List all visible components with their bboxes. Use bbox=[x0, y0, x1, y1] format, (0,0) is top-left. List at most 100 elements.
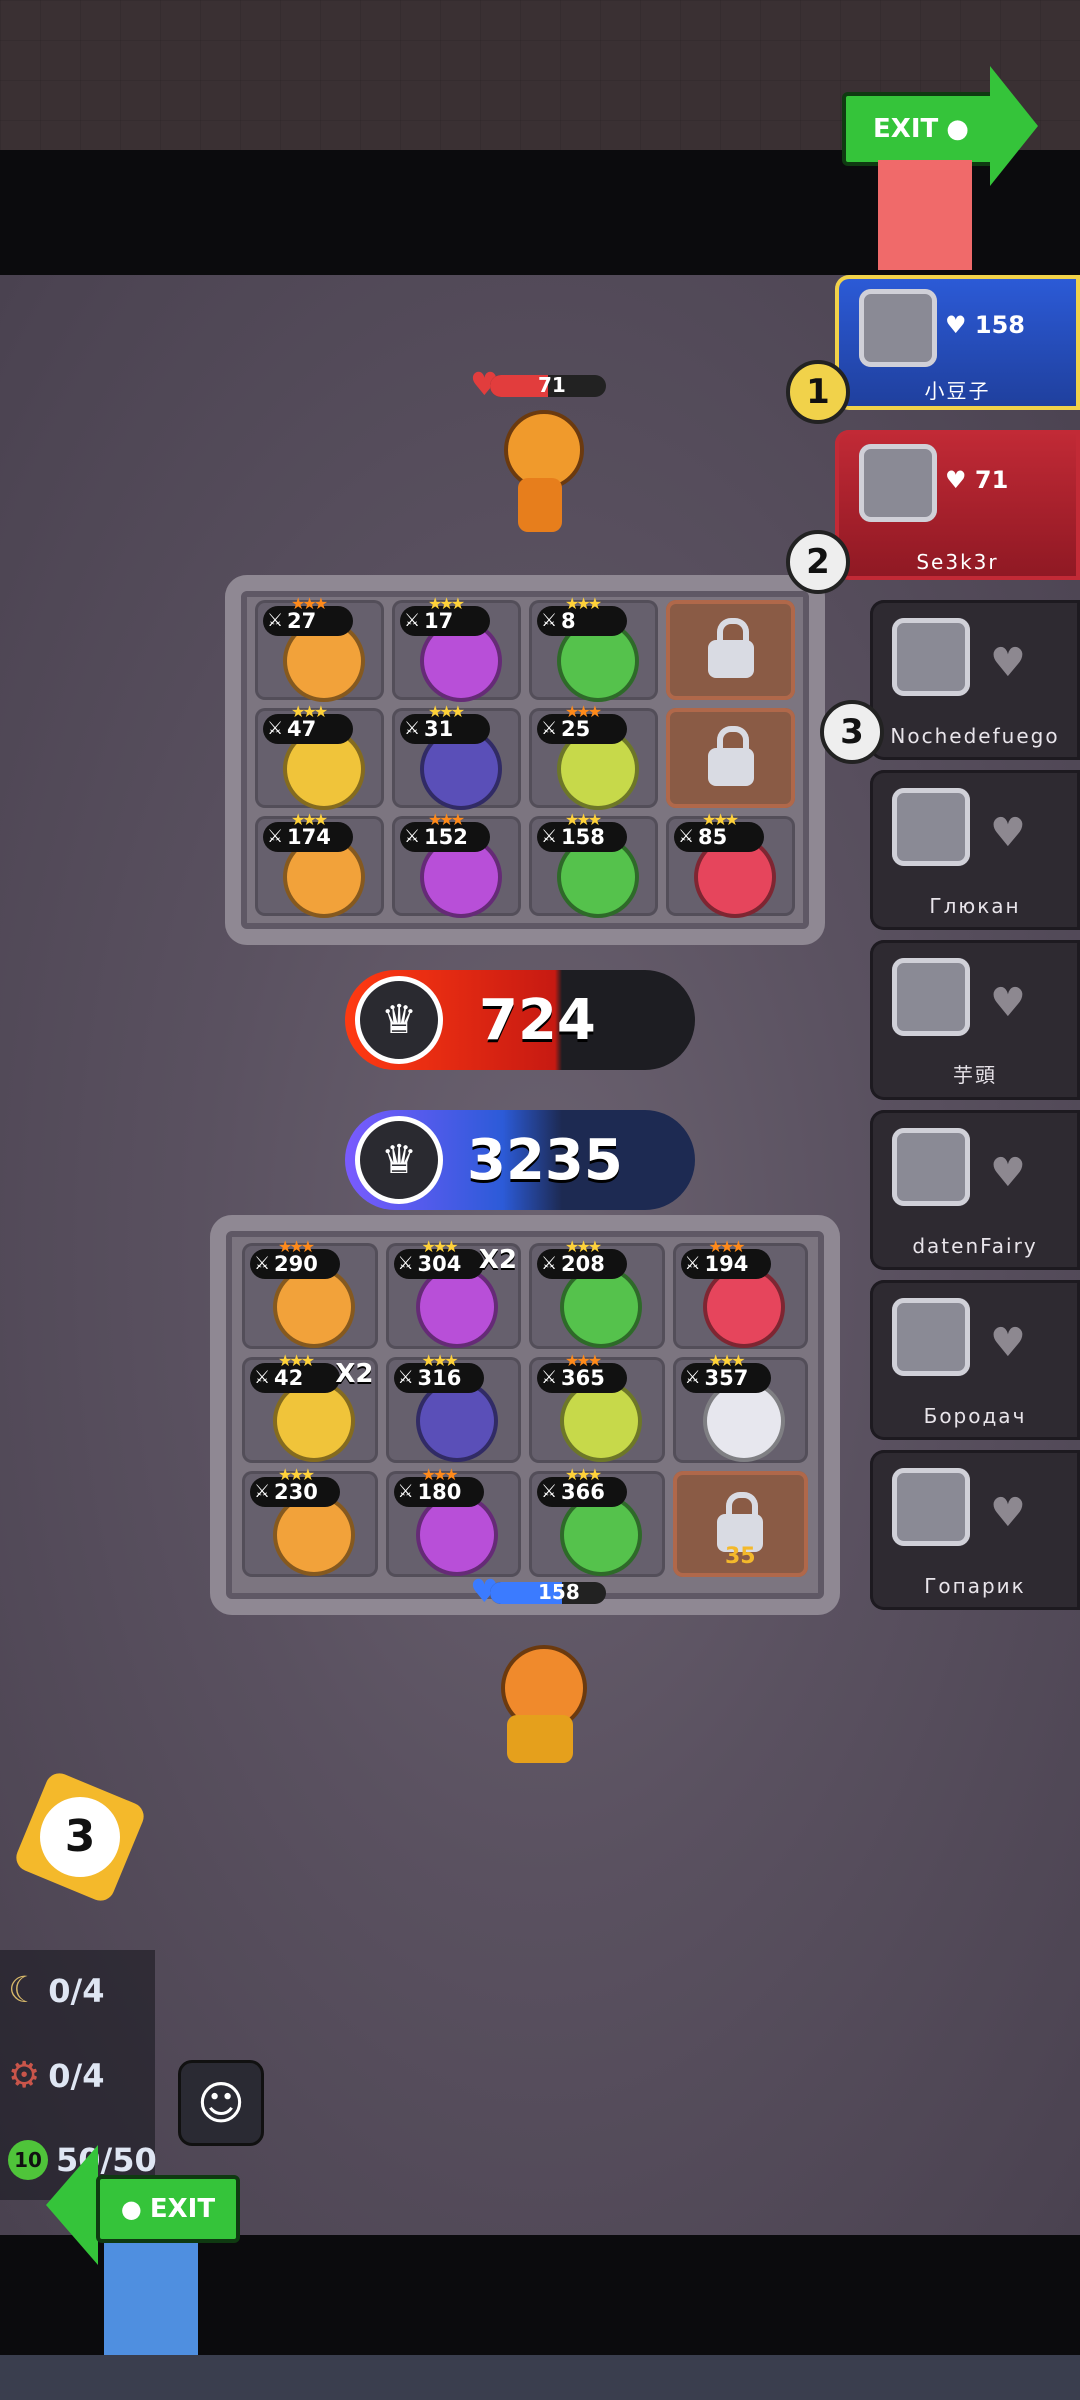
broken-heart-icon: ♥ bbox=[990, 1150, 1026, 1196]
player-avatar bbox=[892, 788, 970, 866]
unit-stars-icon: ★★★ bbox=[708, 1351, 746, 1370]
unit-stars-icon: ★★★ bbox=[565, 810, 602, 829]
player-shield-value: 158 bbox=[538, 1582, 580, 1604]
unit-power-badge: 17★★★ bbox=[400, 596, 490, 636]
opponent-cell[interactable] bbox=[666, 600, 795, 700]
unit-power-badge: 365★★★ bbox=[537, 1353, 627, 1393]
unit-power-badge: 85★★★ bbox=[674, 812, 764, 852]
unit-stars-icon: ★★★ bbox=[565, 1237, 602, 1256]
bomb-icon: ● bbox=[946, 114, 969, 144]
opponent-cell[interactable]: 158★★★ bbox=[529, 812, 658, 918]
player-name: 小豆子 bbox=[924, 379, 991, 403]
unit-power-badge: 31★★★ bbox=[400, 704, 490, 744]
crown-icon: ♛ bbox=[355, 1116, 443, 1204]
broken-heart-icon: ♥ bbox=[990, 810, 1026, 856]
opponent-cell[interactable] bbox=[666, 708, 795, 808]
player-cell[interactable]: 304★★★X2 bbox=[385, 1239, 521, 1349]
leaderboard-player-card[interactable]: ♥ Гопарик bbox=[870, 1450, 1080, 1610]
opponent-cell[interactable]: 174★★★ bbox=[255, 812, 384, 918]
leaderboard-player-card[interactable]: ♥ Nochedefuego bbox=[870, 600, 1080, 760]
broken-heart-icon: ♥ bbox=[990, 1490, 1026, 1536]
gear-icon: ⚙ bbox=[8, 2055, 41, 2096]
player-shield-bar: 158 bbox=[490, 1582, 606, 1604]
leaderboard-player-card[interactable]: ♥ Бородач bbox=[870, 1280, 1080, 1440]
opponent-power-value: 724 bbox=[479, 987, 596, 1053]
unit-stars-icon: ★★★ bbox=[291, 810, 328, 829]
player-name: datenFairy bbox=[912, 1234, 1038, 1258]
unit-stars-icon: ★★★ bbox=[278, 1351, 315, 1370]
pet-button[interactable]: ☺ bbox=[178, 2060, 264, 2146]
player-cell[interactable]: 208★★★ bbox=[529, 1239, 665, 1349]
lock-icon bbox=[707, 618, 754, 678]
player-cell[interactable]: 230★★★ bbox=[242, 1467, 378, 1577]
unit-power-badge: 158★★★ bbox=[537, 812, 627, 852]
player-cell[interactable]: 180★★★ bbox=[385, 1467, 521, 1577]
player-cell[interactable]: 366★★★ bbox=[529, 1467, 665, 1577]
top-exit-sign[interactable]: EXIT ● bbox=[842, 92, 1000, 166]
unlock-level: 35 bbox=[724, 1544, 756, 1569]
player-hero bbox=[495, 1645, 587, 1765]
player-cell[interactable]: 42★★★X2 bbox=[242, 1353, 378, 1463]
player-avatar bbox=[892, 1298, 970, 1376]
bottom-exit-arrow-icon bbox=[46, 2145, 98, 2265]
opponent-cell[interactable]: 17★★★ bbox=[392, 596, 521, 702]
leaderboard-player-card[interactable]: ♥ datenFairy bbox=[870, 1110, 1080, 1270]
unit-stars-icon: ★★★ bbox=[291, 702, 328, 721]
opponent-arena: 27★★★ 17★★★ 8★★★ 47★★★ 31★★★ 25★★★ 174★★★ 152★★… bbox=[225, 575, 825, 945]
opponent-cell[interactable]: 31★★★ bbox=[392, 704, 521, 810]
opponent-hero bbox=[500, 410, 584, 535]
unit-power-badge: 208★★★ bbox=[537, 1239, 627, 1279]
moon-resource: ☾ 0/4 bbox=[8, 1970, 105, 2011]
player-cell[interactable]: 365★★★ bbox=[529, 1353, 665, 1463]
unit-stars-icon: ★★★ bbox=[421, 1465, 459, 1484]
opponent-cell[interactable]: 152★★★ bbox=[392, 812, 521, 918]
player-avatar bbox=[859, 289, 937, 367]
opponent-unit-grid: 27★★★ 17★★★ 8★★★ 47★★★ 31★★★ 25★★★ 174★★★ 152★★… bbox=[255, 596, 795, 918]
opponent-hp-value: 71 bbox=[538, 375, 566, 397]
opponent-cell[interactable]: 27★★★ bbox=[255, 596, 384, 702]
player-cell[interactable]: 316★★★ bbox=[385, 1353, 521, 1463]
player-unit-grid: 290★★★304★★★X2 208★★★ 194★★★ 42★★★X2316★★★ 3… bbox=[242, 1239, 808, 1577]
player-name: Бородач bbox=[923, 1404, 1027, 1428]
player-cell[interactable]: 290★★★ bbox=[242, 1239, 378, 1349]
player-cell[interactable]: 357★★★ bbox=[672, 1353, 808, 1463]
opponent-cell[interactable]: 8★★★ bbox=[529, 596, 658, 702]
lock-icon bbox=[707, 726, 754, 786]
gear-count: 0/4 bbox=[48, 2056, 105, 2095]
exit-label: EXIT bbox=[873, 114, 939, 144]
player-hp: ♥ 71 bbox=[945, 466, 1009, 494]
player-arena: 290★★★304★★★X2 208★★★ 194★★★ 42★★★X2316★★★ 3… bbox=[210, 1215, 840, 1615]
opponent-hp-bar: 71 bbox=[490, 375, 606, 397]
player-hp: ♥ 158 bbox=[945, 311, 1025, 339]
bottom-exit-sign[interactable]: ● EXIT bbox=[96, 2175, 240, 2243]
unit-stars-icon: ★★★ bbox=[565, 1465, 602, 1484]
broken-heart-icon: ♥ bbox=[990, 1320, 1026, 1366]
opponent-hero-body bbox=[518, 478, 562, 532]
unit-stars-icon: ★★★ bbox=[291, 594, 328, 613]
broken-heart-icon: ♥ bbox=[990, 640, 1026, 686]
coin-level-icon: 10 bbox=[8, 2140, 48, 2180]
player-shield-bar-wrap: ♥ 158 bbox=[470, 1572, 610, 1610]
unit-power-badge: 194★★★ bbox=[680, 1239, 771, 1279]
unit-stars-icon: ★★★ bbox=[702, 810, 739, 829]
opponent-cell[interactable]: 25★★★ bbox=[529, 704, 658, 810]
opponent-entry-block bbox=[878, 160, 972, 270]
unit-power-badge: 304★★★ bbox=[393, 1239, 484, 1279]
leaderboard-player-card[interactable]: ♥ Глюкан bbox=[870, 770, 1080, 930]
unit-power-badge: 357★★★ bbox=[680, 1353, 771, 1393]
unit-power-badge: 366★★★ bbox=[537, 1467, 627, 1507]
leaderboard-player-card[interactable]: ♥ 芋頭 bbox=[870, 940, 1080, 1100]
player-hero-body bbox=[507, 1715, 573, 1763]
player-avatar bbox=[859, 444, 937, 522]
exit-label: EXIT bbox=[149, 2194, 216, 2224]
player-cell[interactable]: 35 bbox=[672, 1471, 808, 1577]
opponent-cell[interactable]: 85★★★ bbox=[666, 812, 795, 918]
opponent-cell[interactable]: 47★★★ bbox=[255, 704, 384, 810]
leaderboard-player-card[interactable]: ♥ 158 小豆子 bbox=[835, 275, 1080, 410]
player-power-value: 3235 bbox=[467, 1127, 623, 1193]
moon-icon: ☾ bbox=[8, 1970, 41, 2011]
player-name: Глюкан bbox=[929, 894, 1021, 918]
player-cell[interactable]: 194★★★ bbox=[672, 1239, 808, 1349]
unit-stars-icon: ★★★ bbox=[428, 702, 465, 721]
leaderboard-player-card[interactable]: ♥ 71 Se3k3r bbox=[835, 430, 1080, 580]
